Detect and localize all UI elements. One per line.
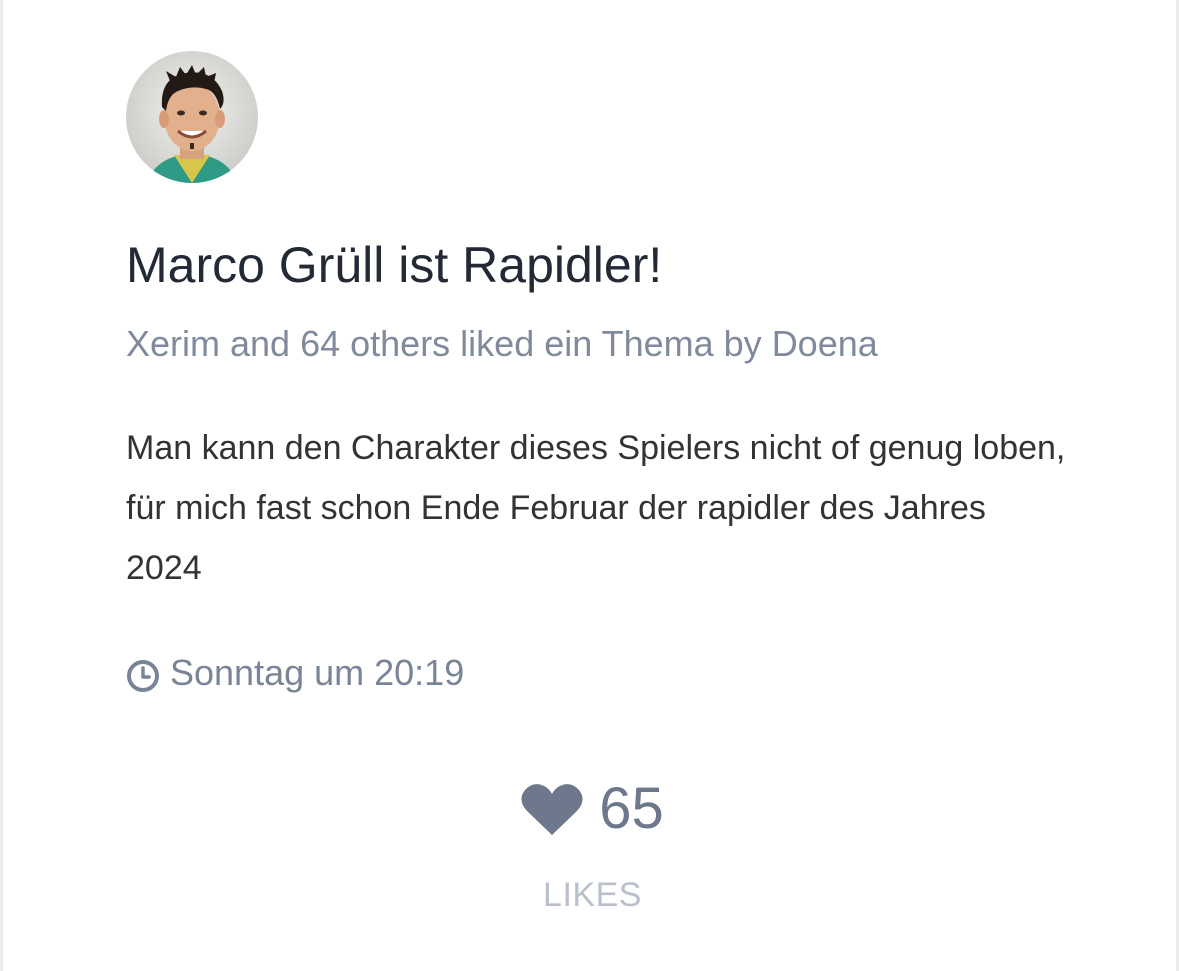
likes-label: LIKES <box>543 876 642 914</box>
avatar[interactable] <box>126 51 258 183</box>
avatar-image <box>126 51 258 183</box>
post-card: Marco Grüll ist Rapidler! Xerim and 64 o… <box>0 0 1179 971</box>
like-summary-text: and 64 others liked ein Thema by <box>220 323 772 364</box>
like-count: 65 <box>599 776 664 841</box>
post-timestamp: Sonntag um 20:19 <box>126 648 464 698</box>
post-body: Man kann den Charakter dieses Spielers n… <box>126 429 1066 587</box>
author-link[interactable]: Doena <box>772 323 878 364</box>
liker-link[interactable]: Xerim <box>126 323 220 364</box>
post-title[interactable]: Marco Grüll ist Rapidler! <box>126 228 662 302</box>
clock-icon <box>126 656 160 692</box>
like-button[interactable]: 65 <box>3 776 1179 842</box>
heart-icon <box>521 781 583 837</box>
like-summary: Xerim and 64 others liked ein Thema by D… <box>126 320 878 368</box>
timestamp-text: Sonntag um 20:19 <box>170 652 465 693</box>
